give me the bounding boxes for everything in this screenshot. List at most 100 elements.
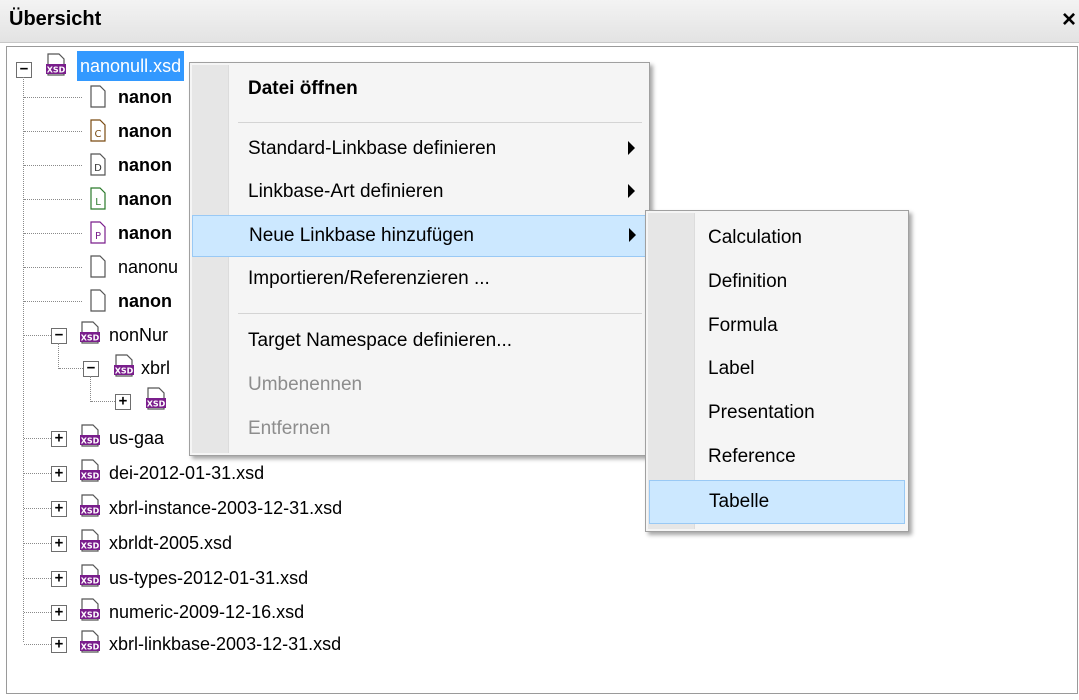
xsd-file-icon: XSD — [80, 321, 100, 344]
menu-item-open-file[interactable]: Datei öffnen — [190, 69, 649, 109]
menu-item-add-new-linkbase[interactable]: Neue Linkbase hinzufügen — [192, 215, 647, 257]
xsd-file-icon: XSD — [80, 529, 100, 552]
tree-item[interactable]: nanon — [118, 218, 172, 248]
menu-item-label: Target Namespace definieren... — [248, 330, 513, 351]
tree-item[interactable]: nanon — [118, 184, 172, 214]
tree-item[interactable]: nanon — [118, 116, 172, 146]
tree-item[interactable]: numeric-2009-12-16.xsd — [109, 597, 304, 627]
tree-connector — [24, 543, 51, 544]
close-icon[interactable]: × — [1057, 6, 1079, 34]
expand-icon[interactable]: + — [115, 394, 131, 410]
tree-connector — [24, 301, 82, 302]
tree-item[interactable]: xbrl — [141, 353, 170, 383]
svg-text:D: D — [94, 163, 102, 174]
submenu-item-definition[interactable]: Definition — [646, 261, 908, 303]
tree-root-label[interactable]: nanonull.xsd — [77, 51, 185, 81]
svg-text:C: C — [95, 129, 102, 140]
submenu-item-table[interactable]: Tabelle — [649, 480, 905, 524]
tree-item[interactable]: xbrl-linkbase-2003-12-31.xsd — [109, 629, 341, 659]
tree-connector — [58, 343, 59, 369]
expand-icon[interactable]: + — [51, 431, 67, 447]
svg-text:XSD: XSD — [81, 643, 100, 652]
collapse-icon[interactable]: − — [83, 361, 99, 377]
submenu-arrow-icon — [629, 228, 636, 242]
tree-connector — [24, 335, 51, 336]
presentation-file-icon: P — [90, 221, 106, 244]
expand-icon[interactable]: + — [51, 605, 67, 621]
xsd-file-icon: XSD — [80, 459, 100, 482]
menu-item-set-target-namespace[interactable]: Target Namespace definieren... — [190, 321, 649, 361]
expand-icon[interactable]: + — [51, 637, 67, 653]
file-icon — [90, 255, 106, 278]
file-icon — [90, 85, 106, 108]
tree-connector — [91, 401, 115, 402]
submenu-new-linkbase: Calculation Definition Formula Label Pre… — [645, 210, 909, 532]
svg-text:XSD: XSD — [47, 66, 66, 75]
collapse-icon[interactable]: − — [51, 328, 67, 344]
expand-icon[interactable]: + — [51, 466, 67, 482]
menu-item-set-standard-linkbase[interactable]: Standard-Linkbase definieren — [190, 129, 649, 169]
tree-connector — [24, 267, 82, 268]
xsd-file-icon: XSD — [114, 354, 134, 377]
svg-text:XSD: XSD — [81, 611, 100, 620]
tree-item[interactable]: us-types-2012-01-31.xsd — [109, 563, 308, 593]
svg-text:XSD: XSD — [147, 400, 166, 409]
xsd-file-icon: XSD — [80, 630, 100, 653]
tree-connector — [24, 233, 82, 234]
submenu-item-calculation[interactable]: Calculation — [646, 217, 908, 259]
expand-icon[interactable]: + — [51, 571, 67, 587]
menu-item-rename: Umbenennen — [190, 365, 649, 405]
tree-connector — [23, 77, 24, 642]
xsd-file-icon: XSD — [146, 387, 166, 410]
tree-connector — [24, 612, 51, 613]
svg-text:XSD: XSD — [81, 472, 100, 481]
xsd-file-icon: XSD — [46, 53, 66, 76]
submenu-item-presentation[interactable]: Presentation — [646, 392, 908, 434]
tree-item[interactable]: nonNur — [109, 320, 168, 350]
menu-separator — [238, 313, 642, 314]
xsd-file-icon: XSD — [80, 598, 100, 621]
expand-icon[interactable]: + — [51, 536, 67, 552]
calculation-file-icon: C — [90, 119, 106, 142]
tree-item[interactable]: nanonu — [118, 252, 178, 282]
tree-item[interactable]: nanon — [118, 82, 172, 112]
submenu-arrow-icon — [628, 184, 635, 198]
submenu-item-label[interactable]: Label — [646, 348, 908, 390]
menu-item-label: Definition — [708, 271, 788, 292]
menu-item-label: Datei öffnen — [248, 78, 358, 99]
label-file-icon: L — [90, 187, 106, 210]
overview-panel: Übersicht × − XSD nanonull.xsd nanon C n… — [0, 0, 1079, 700]
svg-text:XSD: XSD — [81, 437, 100, 446]
svg-text:XSD: XSD — [81, 577, 100, 586]
menu-item-label: Calculation — [708, 227, 802, 248]
xsd-file-icon: XSD — [80, 564, 100, 587]
submenu-item-formula[interactable]: Formula — [646, 305, 908, 347]
tree-item[interactable]: us-gaa — [109, 423, 164, 453]
tree-connector — [90, 376, 91, 402]
tree-connector — [24, 199, 82, 200]
menu-item-label: Entfernen — [248, 418, 331, 439]
menu-item-label: Standard-Linkbase definieren — [248, 138, 497, 159]
tree-item[interactable]: xbrl-instance-2003-12-31.xsd — [109, 493, 342, 523]
tree-connector — [24, 165, 82, 166]
tree-item[interactable]: dei-2012-01-31.xsd — [109, 458, 264, 488]
menu-item-label: Reference — [708, 446, 796, 467]
menu-item-import-reference[interactable]: Importieren/Referenzieren ... — [190, 259, 649, 299]
tree-connector — [24, 644, 51, 645]
tree-item[interactable]: nanon — [118, 150, 172, 180]
menu-item-remove: Entfernen — [190, 409, 649, 449]
menu-item-set-linkbase-type[interactable]: Linkbase-Art definieren — [190, 172, 649, 212]
tree-item[interactable]: nanon — [118, 286, 172, 316]
svg-text:P: P — [95, 231, 101, 242]
svg-text:XSD: XSD — [81, 507, 100, 516]
menu-item-label: Linkbase-Art definieren — [248, 181, 444, 202]
svg-text:XSD: XSD — [115, 367, 134, 376]
panel-title: Übersicht — [9, 8, 102, 30]
expand-icon[interactable]: + — [51, 501, 67, 517]
submenu-item-reference[interactable]: Reference — [646, 436, 908, 478]
definition-file-icon: D — [90, 153, 106, 176]
collapse-icon[interactable]: − — [16, 62, 32, 78]
menu-item-label: Label — [708, 358, 755, 379]
file-icon — [90, 289, 106, 312]
tree-item[interactable]: xbrldt-2005.xsd — [109, 528, 232, 558]
